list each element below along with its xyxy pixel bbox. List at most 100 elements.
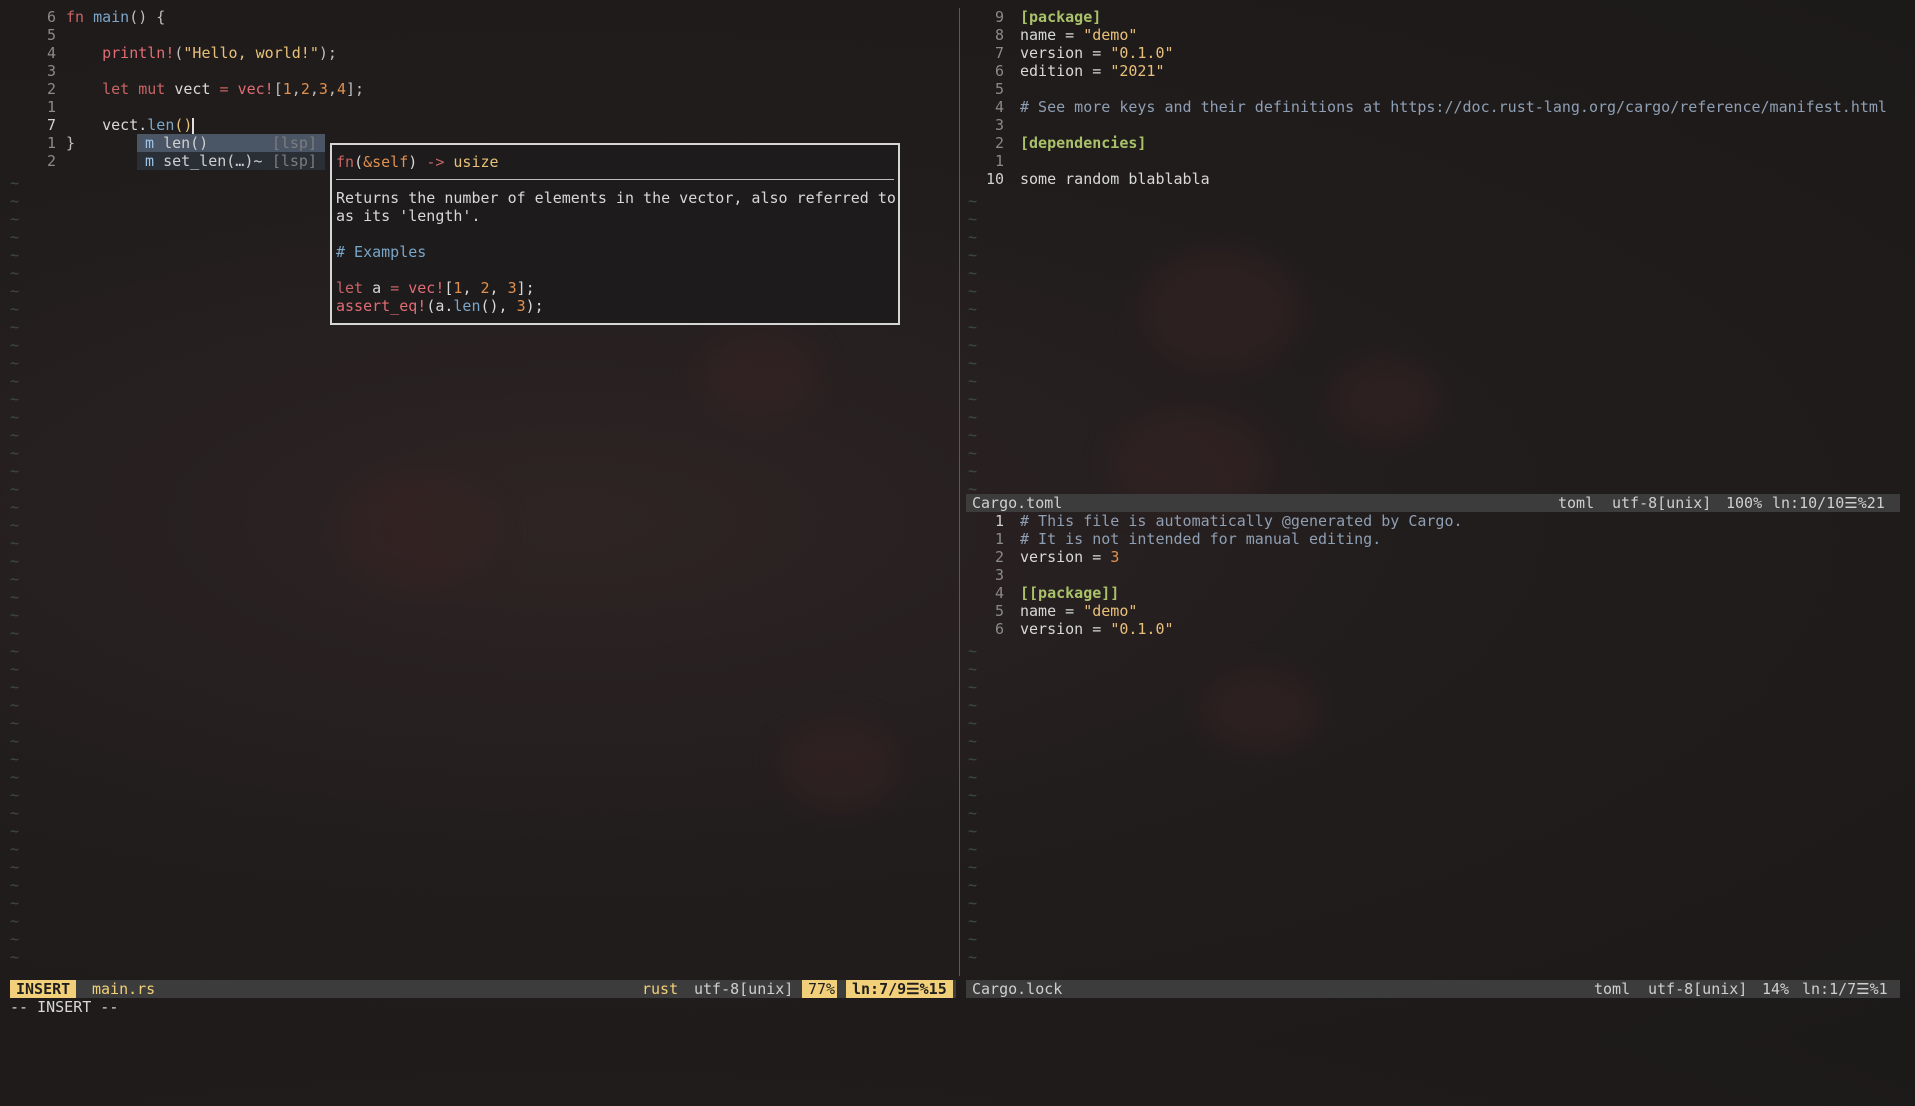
line-number: 1 <box>46 134 56 152</box>
code-token: 3 <box>1110 548 1120 566</box>
editor-pane-cargo-toml[interactable]: 9 [package] 8 name = "demo" 7 version = "0.1.… <box>964 8 1909 496</box>
code-token: "demo" <box>1083 26 1138 44</box>
code-line[interactable]: 7 version = "0.1.0" <box>964 44 1909 62</box>
command-line[interactable]: -- INSERT -- <box>10 998 118 1016</box>
empty-line-tilde: ~ <box>968 318 978 336</box>
code-line[interactable]: 4 println!("Hello, world!"); <box>0 44 958 62</box>
code-token: len <box>147 116 175 134</box>
empty-line-tilde: ~ <box>10 552 20 570</box>
empty-line-tilde: ~ <box>10 714 20 732</box>
line-number: 6 <box>994 620 1004 638</box>
code-line[interactable]: 9 [package] <box>964 8 1909 26</box>
code-token: 1 <box>282 80 292 98</box>
code-line[interactable]: 1 <box>0 98 958 116</box>
code-text: some random blablabla <box>1020 170 1210 188</box>
completion-item[interactable]: m set_len(…)~ [lsp] <box>137 152 325 170</box>
code-line[interactable]: 1 # This file is automatically @generated… <box>964 512 1909 530</box>
code-line[interactable]: 5 <box>964 80 1909 98</box>
code-line[interactable]: 2 version = 3 <box>964 548 1909 566</box>
line-number: 4 <box>994 98 1004 116</box>
doc-body-line: Returns the number of elements in the ve… <box>336 189 896 207</box>
empty-line-tilde: ~ <box>968 210 978 228</box>
code-token: [package] <box>1020 8 1102 26</box>
completion-kind: m <box>145 134 164 152</box>
code-line[interactable]: 3 <box>964 116 1909 134</box>
statusline-main-rs: INSERT main.rs rust utf-8[unix] 77% ln:7… <box>10 980 956 998</box>
editor-pane-cargo-lock[interactable]: 1 # This file is automatically @generated… <box>964 512 1909 978</box>
completion-menu[interactable]: m len() [lsp] m set_len(…)~ [lsp] <box>137 134 325 170</box>
line-number: 7 <box>46 116 56 134</box>
empty-line-tilde: ~ <box>968 444 978 462</box>
empty-line-tilde: ~ <box>968 876 978 894</box>
code-text: vect.len() <box>66 116 195 134</box>
empty-line-tilde: ~ <box>968 192 978 210</box>
text-cursor <box>192 117 195 134</box>
code-line[interactable]: 2 let mut vect = vec![1,2,3,4]; <box>0 80 958 98</box>
line-number: 1 <box>994 512 1004 530</box>
code-token: version = <box>1020 620 1111 638</box>
empty-line-tilde: ~ <box>10 192 20 210</box>
code-token: [ <box>273 80 283 98</box>
empty-line-tilde: ~ <box>968 354 978 372</box>
code-token: , <box>291 80 301 98</box>
doc-examples-heading: # Examples <box>336 243 427 261</box>
code-text: [package] <box>1020 8 1101 26</box>
code-line[interactable]: 4 [[package]] <box>964 584 1909 602</box>
code-line[interactable]: 2 [dependencies] <box>964 134 1909 152</box>
code-line[interactable]: 10 some random blablabla <box>964 170 1909 188</box>
code-token: 2 <box>300 80 310 98</box>
code-line[interactable]: 6 fn main() { <box>0 8 958 26</box>
line-number: 2 <box>994 134 1004 152</box>
code-line[interactable]: 5 name = "demo" <box>964 602 1909 620</box>
code-token: } <box>66 134 76 152</box>
empty-line-tilde: ~ <box>968 948 978 966</box>
code-token: # This file is automatically @generated … <box>1020 512 1463 530</box>
empty-line-tilde: ~ <box>968 822 978 840</box>
empty-line-tilde: ~ <box>10 894 20 912</box>
code-token: () <box>174 116 193 134</box>
completion-label: len() <box>163 134 209 152</box>
code-line[interactable]: 6 edition = "2021" <box>964 62 1909 80</box>
statusline-filetype: toml <box>1558 494 1595 512</box>
empty-line-tilde: ~ <box>10 354 20 372</box>
empty-line-tilde: ~ <box>968 390 978 408</box>
code-line[interactable]: 5 <box>0 26 958 44</box>
empty-line-tilde: ~ <box>968 246 978 264</box>
code-line[interactable]: 3 <box>0 62 958 80</box>
empty-line-tilde: ~ <box>10 930 20 948</box>
empty-line-tilde: ~ <box>10 678 20 696</box>
empty-line-tilde: ~ <box>968 228 978 246</box>
code-token: "2021" <box>1110 62 1165 80</box>
code-token: 3 <box>318 80 328 98</box>
empty-line-tilde: ~ <box>968 786 978 804</box>
code-line[interactable]: 7 vect.len() <box>0 116 958 134</box>
code-text: # It is not intended for manual editing. <box>1020 530 1381 548</box>
code-line[interactable]: 1 # It is not intended for manual editing… <box>964 530 1909 548</box>
completion-item[interactable]: m len() [lsp] <box>137 134 325 152</box>
code-line[interactable]: 4 # See more keys and their definitions a… <box>964 98 1909 116</box>
code-token: # It is not intended for manual editing. <box>1020 530 1382 548</box>
line-number: 1 <box>46 98 56 116</box>
code-line[interactable]: 8 name = "demo" <box>964 26 1909 44</box>
empty-line-tilde: ~ <box>10 948 20 966</box>
empty-line-tilde: ~ <box>10 462 20 480</box>
code-token: fn <box>66 8 94 26</box>
code-line[interactable]: 6 version = "0.1.0" <box>964 620 1909 638</box>
empty-line-tilde: ~ <box>968 714 978 732</box>
empty-line-tilde: ~ <box>968 408 978 426</box>
code-line[interactable]: 3 <box>964 566 1909 584</box>
code-token: vec! <box>237 80 274 98</box>
empty-line-tilde: ~ <box>10 696 20 714</box>
code-token: "0.1.0" <box>1110 44 1174 62</box>
empty-line-tilde: ~ <box>10 318 20 336</box>
code-token: println! <box>66 44 175 62</box>
line-number: 4 <box>994 584 1004 602</box>
code-token: "Hello, world!" <box>183 44 319 62</box>
code-token: # See more keys and their definitions at… <box>1020 98 1887 116</box>
empty-line-tilde: ~ <box>10 534 20 552</box>
code-line[interactable]: 1 <box>964 152 1909 170</box>
empty-line-tilde: ~ <box>10 372 20 390</box>
vertical-split-divider[interactable] <box>959 8 960 976</box>
completion-source: [lsp] <box>271 152 317 170</box>
empty-line-tilde: ~ <box>10 336 20 354</box>
